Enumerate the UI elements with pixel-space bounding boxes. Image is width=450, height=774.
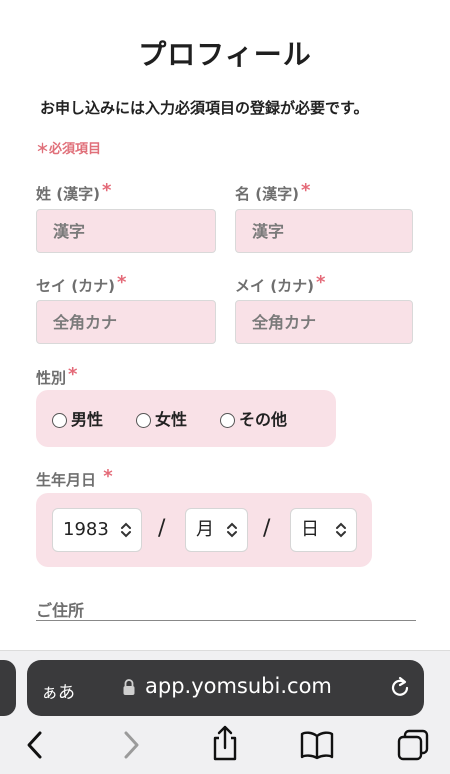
date-separator: / <box>263 516 271 541</box>
date-separator: / <box>158 516 166 541</box>
required-star: * <box>315 272 326 293</box>
required-star: * <box>101 180 112 201</box>
gender-label: 性別 * <box>36 364 78 387</box>
url-text: app.yomsubi.com <box>145 674 332 698</box>
last-name-kana-label: セイ (カナ) * <box>36 272 127 295</box>
bookmarks-icon[interactable] <box>299 730 335 760</box>
required-star: * <box>103 466 113 487</box>
required-notice: お申し込みには入力必須項目の登録が必要です。 <box>40 99 369 117</box>
back-icon[interactable] <box>24 728 46 762</box>
required-star: * <box>300 180 311 201</box>
last-name-kanji-input[interactable]: 漢字 <box>36 209 216 253</box>
page-title: プロフィール <box>138 38 312 71</box>
reload-icon[interactable] <box>388 674 412 700</box>
previous-tab-preview[interactable] <box>0 660 16 716</box>
required-star: * <box>68 364 78 385</box>
forward-icon[interactable] <box>120 728 142 762</box>
birth-month-select[interactable]: 月 <box>185 508 248 552</box>
required-legend: ＊必須項目 <box>36 142 102 157</box>
birthday-label: 生年月日 * <box>36 466 113 489</box>
chevron-updown-icon <box>336 522 346 538</box>
last-name-kanji-label: 姓 (漢字) * <box>36 180 112 203</box>
tabs-icon[interactable] <box>396 729 430 761</box>
address-section-title: ご住所 <box>36 601 85 620</box>
gender-radio-female[interactable]: 女性 <box>136 410 187 430</box>
share-icon[interactable] <box>210 724 240 762</box>
gender-radio-male[interactable]: 男性 <box>52 410 103 430</box>
address-bar[interactable]: ぁあ app.yomsubi.com <box>27 660 424 716</box>
radio-circle-icon <box>52 413 67 428</box>
reader-options-button[interactable]: ぁあ <box>41 678 75 703</box>
first-name-kanji-label: 名 (漢字) * <box>235 180 311 203</box>
chevron-updown-icon <box>227 522 237 538</box>
radio-circle-icon <box>220 413 235 428</box>
lock-icon <box>123 679 135 695</box>
birth-day-select[interactable]: 日 <box>290 508 357 552</box>
chevron-updown-icon <box>121 522 131 538</box>
first-name-kanji-input[interactable]: 漢字 <box>235 209 413 253</box>
section-divider <box>36 620 416 621</box>
required-star: * <box>116 272 127 293</box>
birth-year-select[interactable]: 1983 <box>52 508 142 552</box>
gender-radio-other[interactable]: その他 <box>220 410 287 430</box>
last-name-kana-input[interactable]: 全角カナ <box>36 300 216 344</box>
radio-circle-icon <box>136 413 151 428</box>
first-name-kana-input[interactable]: 全角カナ <box>235 300 413 344</box>
first-name-kana-label: メイ (カナ) * <box>235 272 326 295</box>
